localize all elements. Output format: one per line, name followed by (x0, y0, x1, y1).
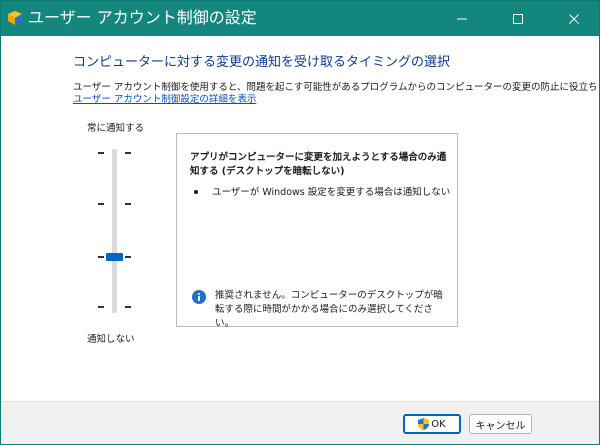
close-icon (569, 13, 579, 24)
slider-tick (98, 203, 104, 205)
maximize-icon (513, 13, 523, 24)
uac-settings-window: ユーザー アカウント制御の設定 コンピューターに対する変更の通知を受け取るタイミ… (0, 0, 600, 445)
slider-tick (98, 256, 104, 258)
ok-button[interactable]: OK (403, 414, 461, 434)
slider-tick (125, 256, 131, 258)
level-description-panel: アプリがコンピューターに変更を加えようとする場合のみ通知する (デスクトップを暗… (176, 133, 458, 329)
cancel-label: キャンセル (475, 420, 526, 432)
slider-top-label: 常に通知する (87, 123, 145, 134)
notification-level-slider[interactable] (95, 146, 135, 316)
list-item: ユーザーが Windows 設定を変更する場合は通知しない (194, 186, 450, 200)
window-title: ユーザー アカウント制御の設定 (28, 8, 257, 27)
uac-shield-icon (418, 418, 430, 430)
slider-tick (98, 152, 104, 154)
minimize-icon (457, 18, 467, 19)
info-icon (192, 290, 206, 304)
close-button[interactable] (551, 1, 597, 36)
level-title: アプリがコンピューターに変更を加えようとする場合のみ通知する (デスクトップを暗… (190, 152, 447, 177)
slider-tick (125, 152, 131, 154)
bullet-icon (194, 189, 198, 194)
dialog-footer: OK キャンセル (1, 401, 599, 444)
slider-tick (125, 203, 131, 205)
title-bar[interactable]: ユーザー アカウント制御の設定 (1, 1, 599, 36)
slider-tick (125, 306, 131, 308)
slider-bottom-label: 通知しない (87, 334, 135, 345)
details-link[interactable]: ユーザー アカウント制御設定の詳細を表示 (73, 91, 256, 105)
bullet-text: ユーザーが Windows 設定を変更する場合は通知しない (212, 187, 451, 198)
slider-thumb[interactable] (106, 253, 123, 261)
slider-tick (98, 306, 104, 308)
maximize-button[interactable] (495, 1, 541, 36)
recommendation-note: 推奨されません。コンピューターのデスクトップが暗転する際に時間がかかる場合にのみ… (215, 290, 443, 329)
cancel-button[interactable]: キャンセル (469, 414, 532, 434)
slider-track[interactable] (112, 149, 117, 313)
uac-shield-icon (8, 11, 22, 25)
page-heading: コンピューターに対する変更の通知を受け取るタイミングの選択 (73, 55, 451, 70)
minimize-button[interactable] (439, 1, 485, 36)
ok-label: OK (431, 418, 446, 430)
